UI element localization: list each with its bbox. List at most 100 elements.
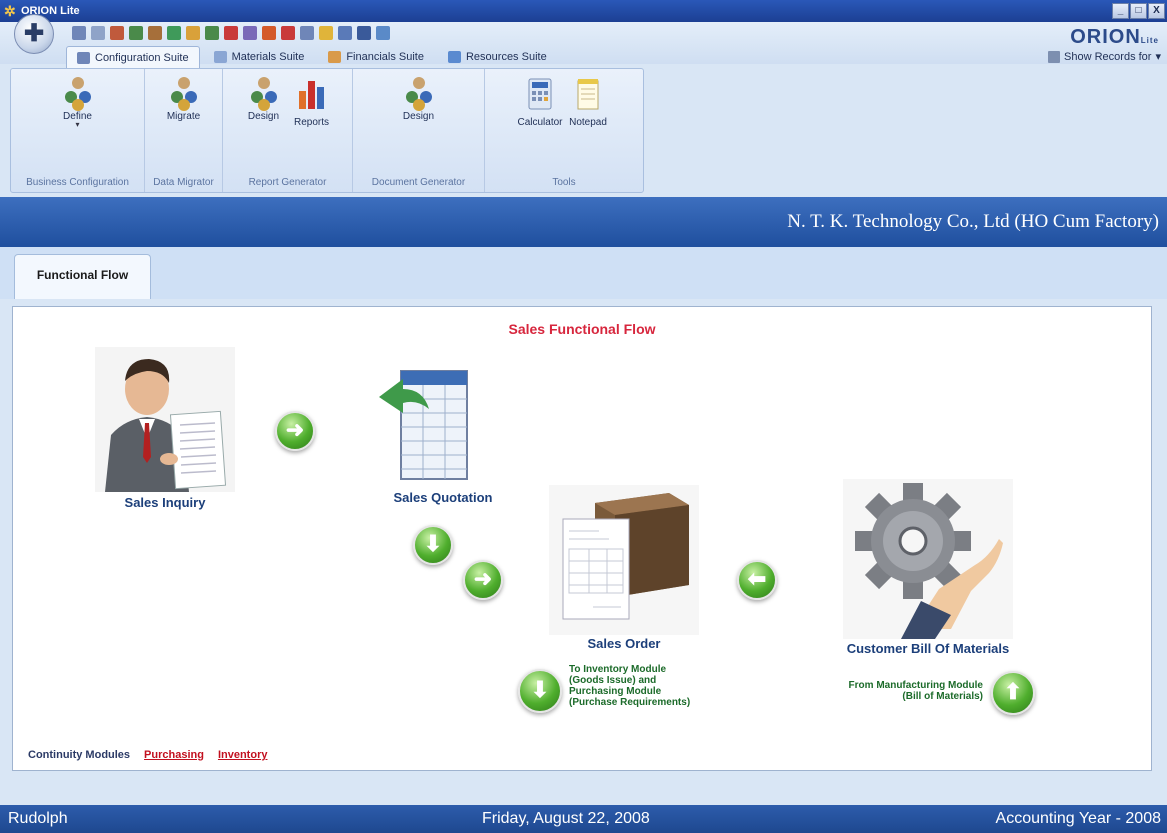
- button-label: Design: [247, 111, 280, 122]
- quick-access-toolbar: [72, 26, 390, 40]
- reports-button[interactable]: Reports: [290, 77, 334, 192]
- arrow-down-icon[interactable]: ⬇: [518, 669, 562, 713]
- maximize-button[interactable]: □: [1130, 3, 1147, 19]
- group-tools: Calculator Notepad Tools: [485, 69, 643, 192]
- report-design-button[interactable]: Design: [242, 77, 286, 192]
- records-icon: [1048, 50, 1061, 63]
- users-icon: [404, 77, 434, 111]
- qat-icon[interactable]: [167, 26, 181, 40]
- qat-icon[interactable]: [129, 26, 143, 40]
- group-data-migrator: Migrate Data Migrator: [145, 69, 223, 192]
- group-document-generator: Design Document Generator: [353, 69, 485, 192]
- document-design-button[interactable]: Design: [397, 77, 441, 192]
- title-bar: ✲ ORION Lite _ □ X: [0, 0, 1167, 22]
- brand-name: ORION: [1070, 26, 1141, 48]
- arrow-down-icon[interactable]: ⬇: [413, 525, 453, 565]
- button-label: Migrate: [166, 111, 201, 122]
- button-label: Calculator: [517, 117, 563, 128]
- qat-icon[interactable]: [262, 26, 276, 40]
- window-controls: _ □ X: [1112, 3, 1165, 19]
- sales-quotation-label[interactable]: Sales Quotation: [373, 490, 513, 505]
- qat-icon[interactable]: [338, 26, 352, 40]
- notepad-icon: [577, 79, 599, 110]
- ribbon-panel: Define ▾ Business Configuration Migrate …: [10, 68, 644, 193]
- qat-icon[interactable]: [148, 26, 162, 40]
- customer-bom-label[interactable]: Customer Bill Of Materials: [813, 641, 1043, 656]
- qat-icon[interactable]: [72, 26, 86, 40]
- note-line: From Manufacturing Module: [848, 680, 983, 691]
- arrow-left-icon[interactable]: ⬅: [737, 560, 777, 600]
- users-icon: [63, 77, 93, 111]
- configuration-icon: [77, 51, 90, 64]
- to-inventory-note: To Inventory Module (Goods Issue) and Pu…: [569, 664, 690, 708]
- sales-inquiry-label[interactable]: Sales Inquiry: [95, 495, 235, 510]
- status-user: Rudolph: [8, 810, 68, 827]
- status-date: Friday, August 22, 2008: [482, 810, 650, 827]
- tab-functional-flow[interactable]: Functional Flow: [14, 254, 151, 299]
- note-line: (Goods Issue) and: [569, 675, 657, 686]
- qat-icon[interactable]: [224, 26, 238, 40]
- group-label: Tools: [552, 177, 576, 188]
- application-menu-button[interactable]: ✚: [14, 14, 54, 54]
- qat-icon[interactable]: [300, 26, 314, 40]
- qat-icon[interactable]: [91, 26, 105, 40]
- migrate-button[interactable]: Migrate: [162, 77, 206, 192]
- qat-icon[interactable]: [186, 26, 200, 40]
- qat-icon[interactable]: [205, 26, 219, 40]
- show-records-button[interactable]: Show Records for ▾: [1048, 50, 1161, 63]
- content-tab-strip: [0, 247, 1167, 299]
- minimize-button[interactable]: _: [1112, 3, 1129, 19]
- tab-label: Financials Suite: [346, 51, 424, 63]
- calculator-icon: [528, 78, 552, 110]
- flow-panel: Sales Functional Flow Sales Inquiry ➜ Sa…: [12, 306, 1152, 771]
- note-line: To Inventory Module: [569, 664, 667, 675]
- arrow-up-icon[interactable]: ⬆: [991, 671, 1035, 715]
- arrow-right-icon[interactable]: ➜: [463, 560, 503, 600]
- inventory-link[interactable]: Inventory: [218, 749, 268, 761]
- close-button[interactable]: X: [1148, 3, 1165, 19]
- qat-icon[interactable]: [357, 26, 371, 40]
- sales-quotation-illustration[interactable]: [373, 365, 473, 485]
- status-bar: Rudolph Friday, August 22, 2008 Accounti…: [0, 805, 1167, 833]
- note-line: Purchasing Module: [569, 686, 662, 697]
- dropdown-caret-icon: ▾: [75, 120, 80, 129]
- bar-chart-icon: [298, 81, 324, 109]
- qat-icon[interactable]: [243, 26, 257, 40]
- tab-label: Materials Suite: [231, 51, 305, 63]
- company-banner: N. T. K. Technology Co., Ltd (HO Cum Fac…: [0, 197, 1167, 247]
- tab-label: Configuration Suite: [95, 51, 189, 64]
- qat-icon[interactable]: [110, 26, 124, 40]
- sales-inquiry-illustration[interactable]: [95, 347, 235, 492]
- show-records-label: Show Records for: [1064, 50, 1152, 63]
- qat-icon[interactable]: [281, 26, 295, 40]
- sales-order-label[interactable]: Sales Order: [549, 636, 699, 651]
- calculator-button[interactable]: Calculator: [517, 77, 563, 192]
- arrow-right-icon[interactable]: ➜: [275, 411, 315, 451]
- users-icon: [249, 77, 279, 111]
- notepad-button[interactable]: Notepad: [566, 77, 610, 192]
- tab-financials-suite[interactable]: Financials Suite: [318, 46, 434, 68]
- from-manufacturing-note: From Manufacturing Module (Bill of Mater…: [803, 680, 983, 702]
- tab-materials-suite[interactable]: Materials Suite: [204, 46, 315, 68]
- brand-suffix: Lite: [1140, 36, 1159, 45]
- flow-title: Sales Functional Flow: [508, 321, 656, 337]
- group-label: Data Migrator: [153, 177, 214, 188]
- qat-icon[interactable]: [319, 26, 333, 40]
- tab-configuration-suite[interactable]: Configuration Suite: [66, 46, 200, 68]
- note-line: (Purchase Requirements): [569, 697, 691, 708]
- qat-icon[interactable]: [376, 26, 390, 40]
- sales-order-illustration[interactable]: [549, 485, 699, 635]
- app-icon: ✲: [4, 3, 16, 19]
- group-label: Document Generator: [371, 177, 466, 188]
- button-label: Design: [402, 111, 435, 122]
- customer-bom-illustration[interactable]: [843, 479, 1013, 639]
- group-label: Business Configuration: [26, 177, 129, 188]
- tab-label: Resources Suite: [465, 51, 547, 63]
- status-accounting-year: Accounting Year - 2008: [995, 810, 1161, 827]
- tab-resources-suite[interactable]: Resources Suite: [438, 46, 557, 68]
- define-button[interactable]: Define ▾: [56, 77, 100, 192]
- purchasing-link[interactable]: Purchasing: [144, 749, 204, 761]
- users-icon: [169, 77, 199, 111]
- brand-logo: ORIONLite: [1070, 26, 1159, 49]
- continuity-modules: Continuity Modules Purchasing Inventory: [28, 749, 267, 761]
